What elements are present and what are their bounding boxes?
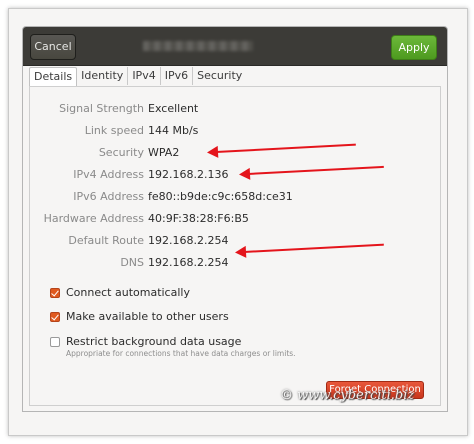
detail-value: 40:9F:38:28:F6:B5 xyxy=(148,212,249,225)
detail-value: 192.168.2.254 xyxy=(148,256,229,269)
detail-label: Link speed xyxy=(84,124,144,137)
checkbox-label: Restrict background data usage xyxy=(66,335,242,348)
restrict-background-row[interactable]: Restrict background data usage xyxy=(50,335,241,348)
tab-ipv4[interactable]: IPv4 xyxy=(128,67,161,85)
available-to-others-checkbox[interactable] xyxy=(50,311,60,322)
connection-dialog: Cancel Apply Details Identity IPv4 IPv6 … xyxy=(22,26,448,412)
checkbox-label: Connect automatically xyxy=(66,286,190,299)
detail-label: Signal Strength xyxy=(59,102,144,115)
tab-bar: Details Identity IPv4 IPv6 Security xyxy=(29,67,246,87)
detail-value: fe80::b9de:c9c:658d:ce31 xyxy=(148,190,293,203)
detail-label: DNS xyxy=(120,256,144,269)
detail-value: 192.168.2.254 xyxy=(148,234,229,247)
detail-value: WPA2 xyxy=(148,146,180,159)
detail-label: IPv4 Address xyxy=(73,168,144,181)
detail-row-signal: Signal Strength Excellent xyxy=(30,101,440,117)
detail-row-ipv6: IPv6 Address fe80::b9de:c9c:658d:ce31 xyxy=(30,189,440,205)
available-to-others-row[interactable]: Make available to other users xyxy=(50,310,229,323)
detail-row-ipv4: IPv4 Address 192.168.2.136 xyxy=(30,167,440,183)
detail-row-link-speed: Link speed 144 Mb/s xyxy=(30,123,440,139)
detail-value: 144 Mb/s xyxy=(148,124,199,137)
tab-identity[interactable]: Identity xyxy=(77,67,129,85)
tab-security[interactable]: Security xyxy=(193,67,246,85)
detail-value: Excellent xyxy=(148,102,199,115)
detail-label: Default Route xyxy=(68,234,144,247)
cancel-button[interactable]: Cancel xyxy=(30,34,76,60)
detail-label: Security xyxy=(98,146,144,159)
detail-value: 192.168.2.136 xyxy=(148,168,229,181)
connect-automatically-checkbox[interactable] xyxy=(50,287,60,298)
tab-details[interactable]: Details xyxy=(29,67,78,86)
connect-automatically-row[interactable]: Connect automatically xyxy=(50,286,190,299)
restrict-background-description: Appropriate for connections that have da… xyxy=(66,349,296,358)
checkbox-label: Make available to other users xyxy=(66,310,229,323)
header-bar: Cancel Apply xyxy=(23,27,447,66)
detail-row-hardware: Hardware Address 40:9F:38:28:F6:B5 xyxy=(30,211,440,227)
restrict-background-checkbox[interactable] xyxy=(50,336,60,347)
apply-button[interactable]: Apply xyxy=(391,35,437,60)
detail-label: Hardware Address xyxy=(43,212,144,225)
detail-label: IPv6 Address xyxy=(73,190,144,203)
blurred-title xyxy=(143,41,253,51)
details-panel: Signal Strength Excellent Link speed 144… xyxy=(29,86,441,406)
detail-row-security: Security WPA2 xyxy=(30,145,440,161)
watermark: © www.cyberciti.biz xyxy=(280,388,415,403)
tab-ipv6[interactable]: IPv6 xyxy=(161,67,194,85)
